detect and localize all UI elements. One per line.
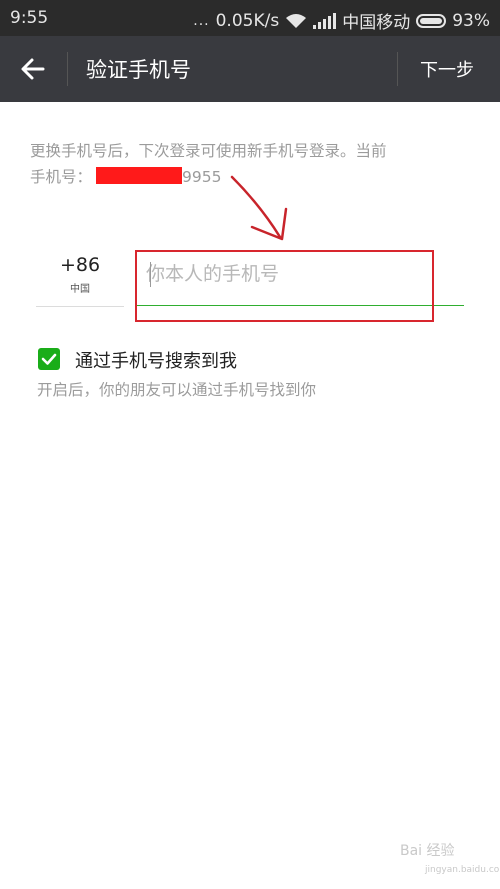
annotation-highlight-box: [135, 250, 434, 322]
status-right: ... 0.05K/s 中国移动 93%: [193, 8, 490, 34]
search-by-phone-label: 通过手机号搜索到我: [75, 351, 237, 372]
carrier-name: 中国移动: [342, 13, 411, 33]
current-phone-suffix: 9955: [182, 168, 222, 186]
battery-icon: [416, 13, 447, 28]
description-line1: 更换手机号后，下次登录可使用新手机号登录。当前: [30, 142, 387, 160]
status-time: 9:55: [10, 8, 49, 28]
country-name: 中国: [70, 284, 90, 295]
current-phone-prefix: 手机号：: [30, 168, 93, 186]
next-step-button[interactable]: 下一步: [420, 56, 474, 82]
redaction-block: [96, 167, 183, 184]
notification-dots: ...: [193, 12, 210, 29]
arrow-left-icon[interactable]: [18, 54, 48, 84]
watermark-url: jingyan.baidu.com: [425, 865, 500, 875]
nav-divider-right: [397, 52, 398, 86]
country-code-selector[interactable]: +86 中国: [36, 254, 124, 295]
country-code-underline: [36, 306, 124, 307]
watermark: Bai 经验: [400, 843, 455, 859]
search-by-phone-checkbox[interactable]: [38, 348, 60, 370]
status-bar: 9:55 ... 0.05K/s 中国移动 93%: [0, 0, 500, 36]
wifi-icon: [286, 13, 307, 28]
country-code: +86: [59, 254, 101, 276]
checkmark-icon: [41, 353, 57, 365]
network-speed: 0.05K/s: [215, 10, 280, 31]
search-by-phone-hint: 开启后，你的朋友可以通过手机号找到你: [37, 381, 317, 399]
nav-divider-left: [67, 52, 68, 86]
signal-icon: [313, 12, 337, 29]
nav-bar: 验证手机号 下一步: [0, 36, 500, 102]
page-title: 验证手机号: [86, 58, 191, 82]
battery-level: 93%: [452, 10, 490, 31]
annotation-arrow-icon: [230, 175, 288, 241]
